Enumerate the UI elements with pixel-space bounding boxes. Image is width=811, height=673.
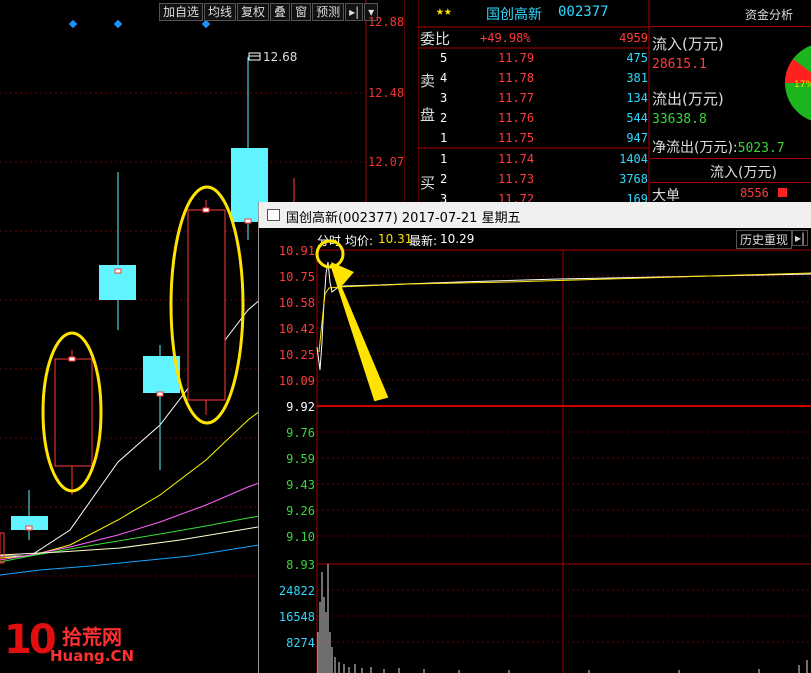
big-order-value: 8556 (740, 186, 769, 200)
outflow-label: 流出(万元) (652, 90, 724, 108)
fund-title[interactable]: 资金分析 (745, 6, 793, 23)
price-axis-label: 10.09 (278, 374, 315, 388)
weibi-diff: 4959 (619, 31, 648, 45)
sell-row[interactable]: 1 11.75 947 (418, 128, 650, 149)
outflow-value: 33638.8 (652, 112, 707, 127)
fund-analysis-panel: 资金分析 流入(万元) 28615.1 流出(万元) 33638.8 净流出(万… (650, 0, 811, 205)
high-price-label: 12.68 (263, 50, 298, 64)
price-tick: 12.07 (368, 155, 405, 169)
price-axis-label: 9.26 (286, 504, 315, 518)
adjust-button[interactable]: 复权 (237, 3, 270, 21)
moving-average-button[interactable]: 均线 (204, 3, 237, 21)
price-axis-label: 8.93 (286, 558, 315, 572)
quote-panel: ★★ 国创高新 002377 委比 +49.98% 4959 卖 盘 买 5 1… (418, 0, 650, 205)
kline-toolbar: 加自选 均线 复权 叠 窗 预测 ▸| ▾ (159, 3, 379, 21)
sell-row[interactable]: 4 11.78 381 (418, 68, 650, 89)
sell-row[interactable]: 2 11.76 544 (418, 108, 650, 129)
inflow-label: 流入(万元) (652, 35, 724, 53)
weibi-value: +49.98% (480, 31, 531, 45)
price-axis-label: 10.42 (278, 322, 315, 336)
watermark-logo-cn: 拾荒网 (62, 625, 122, 649)
sell-row[interactable]: 3 11.77 134 (418, 88, 650, 109)
site-watermark: 10 拾荒网 Huang.CN (4, 617, 144, 669)
price-axis-label: 10.58 (278, 296, 315, 310)
candle (54, 358, 93, 467)
intraday-window[interactable]: 国创高新(002377) 2017-07-21 星期五 分时 均价: 10.31… (258, 202, 811, 673)
watermark-logo-number: 10 (4, 617, 57, 663)
candle (0, 532, 5, 564)
buy-row[interactable]: 3 11.72 169 (418, 189, 650, 203)
price-tick: 12.88 (368, 15, 405, 29)
avg-price-line (318, 272, 811, 353)
forecast-button[interactable]: 预测 (312, 3, 345, 21)
price-axis-label: 10.25 (278, 348, 315, 362)
candle (187, 209, 226, 401)
net-outflow-row: 净流出(万元):5023.7 (652, 140, 785, 156)
overlay-button[interactable]: 叠 (270, 3, 291, 21)
inflow-value: 28615.1 (652, 57, 707, 72)
weibi-row: 委比 +49.98% 4959 (420, 30, 648, 48)
volume-axis-label: 24822 (278, 584, 315, 598)
intraday-chart (315, 239, 811, 673)
signal-marker (68, 19, 78, 29)
volume-axis-label: 8274 (286, 636, 315, 650)
window-button[interactable]: 窗 (291, 3, 312, 21)
net-outflow-value: 5023.7 (737, 141, 785, 156)
watermark-logo-en: Huang.CN (50, 647, 135, 665)
price-axis-label: 9.43 (286, 478, 315, 492)
price-axis-label: 9.76 (286, 426, 315, 440)
buy-row[interactable]: 1 11.74 1404 (418, 149, 650, 170)
signal-marker (201, 19, 211, 29)
sell-row[interactable]: 5 11.79 475 (418, 48, 650, 69)
price-tick: 12.48 (368, 86, 405, 100)
price-axis-label: 10.75 (278, 270, 315, 284)
highlight-circle (315, 239, 345, 269)
collapse-panel-icon[interactable]: ▸| (345, 3, 364, 21)
column-header-inflow: 流入(万元) (710, 165, 777, 181)
signal-marker (113, 19, 123, 29)
price-axis-label: 9.92 (286, 400, 315, 414)
price-axis-label: 9.59 (286, 452, 315, 466)
price-axis-label: 9.10 (286, 530, 315, 544)
price-axis-label: 10.91 (278, 244, 315, 258)
pie-percent: 17% (794, 80, 811, 90)
buy-row[interactable]: 2 11.73 3768 (418, 169, 650, 190)
volume-axis-label: 16548 (278, 610, 315, 624)
big-order-color-swatch (778, 188, 787, 197)
add-watchlist-button[interactable]: 加自选 (159, 3, 204, 21)
